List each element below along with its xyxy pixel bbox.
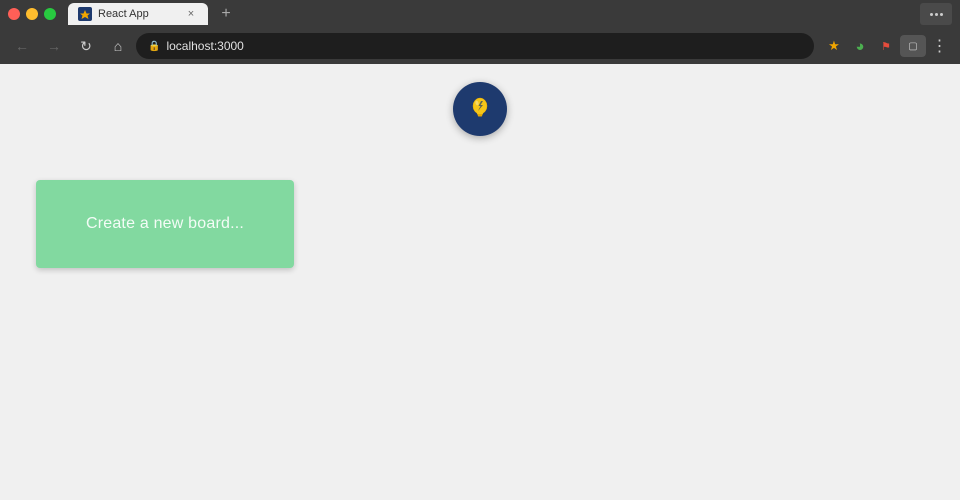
extension-button-1[interactable]: ◕ [848,34,872,58]
tab-title: React App [98,8,178,20]
nav-actions: ★ ◕ ⚑ ▢ ⋮ [822,34,952,58]
home-button[interactable]: ⌂ [104,32,132,60]
new-tab-button[interactable]: + [212,3,240,25]
tab-close-button[interactable]: × [184,7,198,21]
address-text: localhost:3000 [166,39,243,53]
active-tab[interactable]: React App × [68,3,208,25]
lock-icon: 🔒 [148,41,160,52]
lightbulb-icon [464,93,496,125]
app-icon [453,82,507,136]
browser-menu-button[interactable] [920,3,952,25]
back-button[interactable]: ← [8,32,36,60]
page-content: Create a new board... [0,64,960,500]
app-icon-inner [453,82,507,136]
browser-overflow-button[interactable]: ⋮ [928,34,952,58]
title-bar: React App × + [0,0,960,28]
window-controls [8,8,56,20]
create-board-label: Create a new board... [86,215,244,233]
maximize-window-button[interactable] [44,8,56,20]
reload-button[interactable]: ↻ [72,32,100,60]
bookmark-button[interactable]: ★ [822,34,846,58]
browser-chrome: React App × + ← → ↻ ⌂ 🔒 localhost:3000 ★… [0,0,960,64]
overflow-dots-icon [930,13,943,16]
nav-bar: ← → ↻ ⌂ 🔒 localhost:3000 ★ ◕ ⚑ ▢ ⋮ [0,28,960,64]
extensions-button[interactable]: ▢ [900,35,926,57]
create-board-card[interactable]: Create a new board... [36,180,294,268]
extension-button-2[interactable]: ⚑ [874,34,898,58]
tab-favicon-icon [78,7,92,21]
close-window-button[interactable] [8,8,20,20]
forward-button[interactable]: → [40,32,68,60]
minimize-window-button[interactable] [26,8,38,20]
address-bar[interactable]: 🔒 localhost:3000 [136,33,814,59]
tab-bar: React App × + [68,3,916,25]
